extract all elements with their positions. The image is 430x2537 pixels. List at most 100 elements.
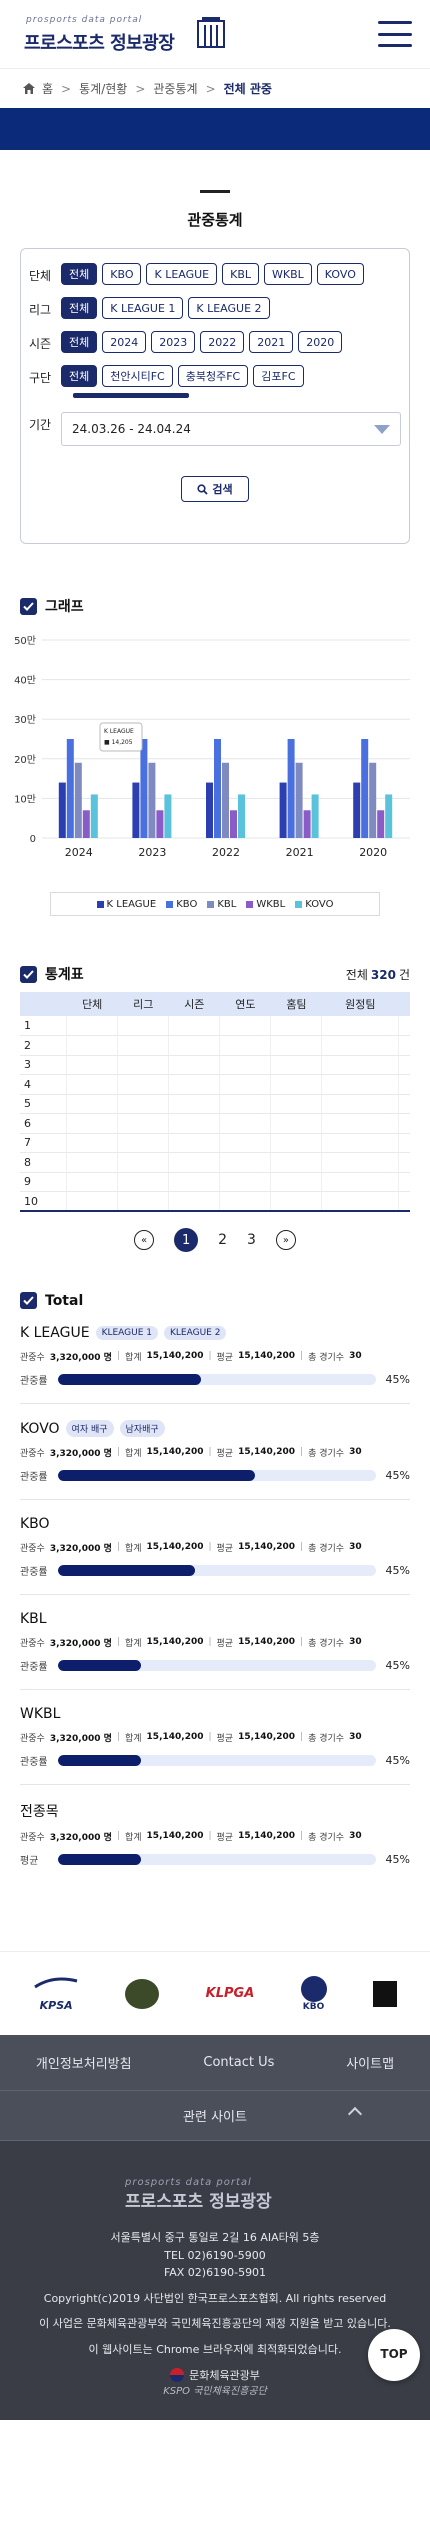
footer: 개인정보처리방침 Contact Us 사이트맵 관련 사이트 prosport…: [0, 2035, 430, 2421]
sum-value: 15,140,200: [146, 1732, 204, 1742]
league-tag[interactable]: KLEAGUE 2: [164, 1326, 227, 1340]
breadcrumb-stats[interactable]: 통계/현황: [79, 80, 127, 97]
league-tag[interactable]: 여자 배구: [65, 1420, 114, 1437]
section-name: WKBL: [20, 1706, 61, 1722]
legend-item[interactable]: WKBL: [246, 899, 285, 910]
filter-chip-sport[interactable]: KBO: [102, 263, 142, 285]
prev-page-icon[interactable]: «: [134, 1230, 155, 1250]
table-cell: [270, 1016, 323, 1036]
filter-row-sport: 단체 전체 KBO K LEAGUE KBL WKBL KOVO: [29, 263, 401, 285]
breadcrumb-home[interactable]: 홈: [42, 80, 53, 97]
attend-value: 3,320,000 명: [49, 1638, 112, 1649]
related-sites-toggle[interactable]: 관련 사이트: [0, 2091, 430, 2141]
x-tick-label: 2024: [65, 846, 93, 859]
table-cell: [321, 1055, 400, 1075]
total-section: 전종목 관중수 3,320,000 명 | 합계 15,140,200 | 평균 15,140,…: [20, 1801, 410, 1883]
table-cell: [321, 1016, 400, 1036]
legend-swatch: [166, 900, 174, 908]
table-cell: [270, 1133, 323, 1153]
filter-chip-sport[interactable]: WKBL: [264, 263, 312, 285]
attend-value: 3,320,000 명: [49, 1352, 112, 1363]
legend-item[interactable]: KOVO: [295, 899, 333, 910]
rate-progress-fill: [58, 1469, 256, 1481]
column-header: [398, 992, 410, 1016]
breadcrumb-attendance[interactable]: 관중통계: [153, 80, 197, 97]
privacy-policy-link[interactable]: 개인정보처리방침: [36, 2053, 132, 2072]
scroll-top-button[interactable]: TOP: [368, 2329, 420, 2381]
klpga-logo[interactable]: KLPGA: [206, 1986, 255, 2001]
table-cell: [270, 1094, 323, 1114]
page-title-area: 관중통계: [0, 150, 430, 230]
table-row: 5: [20, 1094, 410, 1114]
rate-progress-fill: [58, 1564, 195, 1576]
filter-chip-sport[interactable]: KBL: [222, 263, 260, 285]
period-select[interactable]: 24.03.26 - 24.04.24: [61, 412, 401, 446]
page-number[interactable]: 2: [218, 1232, 227, 1248]
divider: |: [116, 1351, 120, 1361]
legend-item[interactable]: K LEAGUE: [96, 899, 156, 910]
rate-row: 관중률 45%: [20, 1369, 410, 1389]
filter-chip-team[interactable]: 전체: [61, 365, 98, 387]
attend-label: 관중수: [20, 1832, 45, 1843]
filter-chip-season[interactable]: 전체: [61, 331, 98, 353]
y-tick-label: 10만: [14, 793, 36, 805]
table-cell: [168, 1191, 221, 1212]
table-cell: [66, 1094, 119, 1114]
filter-chip-team[interactable]: 천안시티FC: [102, 365, 173, 387]
page-number[interactable]: 3: [247, 1232, 256, 1248]
team-scrollbar[interactable]: [73, 393, 189, 398]
sum-label: 합계: [124, 1448, 142, 1459]
golf-logo[interactable]: [125, 1978, 160, 2009]
bar-wkbl: [230, 810, 237, 838]
filter-chip-sport[interactable]: 전체: [61, 263, 98, 285]
league-tag[interactable]: KLEAGUE 1: [95, 1326, 158, 1340]
menu-icon[interactable]: [378, 21, 412, 47]
rate-label: 관중률: [20, 1375, 48, 1387]
table-cell: [398, 1035, 410, 1056]
rate-value: 45%: [385, 1563, 410, 1577]
sitemap-link[interactable]: 사이트맵: [346, 2053, 394, 2072]
bar-kovo: [164, 794, 172, 838]
filter-chip-team[interactable]: 김포FC: [253, 365, 304, 387]
filter-chip-season[interactable]: 2020: [298, 331, 343, 353]
table-cell: [270, 1113, 323, 1134]
total-unit: 건: [398, 967, 410, 982]
bar-kbl: [369, 762, 377, 838]
search-button[interactable]: 검색: [181, 476, 249, 502]
table-row: 10: [20, 1191, 410, 1212]
table-cell: [321, 1074, 400, 1095]
filter-chip-sport[interactable]: KOVO: [316, 263, 364, 285]
kpsa-logo[interactable]: KPSA: [33, 1975, 79, 2012]
contact-link[interactable]: Contact Us: [203, 2055, 274, 2070]
filter-chip-season[interactable]: 2023: [151, 331, 196, 353]
table-cell: [117, 1016, 170, 1036]
filter-chip-season[interactable]: 2024: [102, 331, 147, 353]
filter-chip-team[interactable]: 충북청주FC: [177, 365, 249, 387]
games-value: 30: [349, 1351, 362, 1361]
site-logo[interactable]: prosports data portal 프로스포츠 정보광장: [20, 9, 235, 59]
divider: |: [116, 1831, 120, 1841]
filter-chip-season[interactable]: 2022: [200, 331, 245, 353]
x-tick-label: 2020: [359, 846, 387, 859]
league-tag[interactable]: 남자배구: [119, 1420, 165, 1437]
rate-progress-track: [58, 1659, 376, 1671]
bar-k-league: [206, 782, 213, 838]
next-page-icon[interactable]: »: [275, 1230, 296, 1250]
attend-value: 3,320,000 명: [49, 1832, 112, 1843]
table-cell: [117, 1035, 170, 1056]
legend-item[interactable]: KBL: [207, 899, 236, 910]
home-icon[interactable]: [22, 82, 36, 95]
filter-chip-sport[interactable]: K LEAGUE: [146, 263, 218, 285]
bar-chart: 0 10만 20만 30만 40만 50만 2024 2023 2022 2021 2020 K LE…: [14, 635, 410, 859]
legend-item[interactable]: KBO: [166, 899, 197, 910]
filter-chip-league[interactable]: K LEAGUE 2: [188, 297, 270, 319]
kbo-logo[interactable]: KBO: [300, 1975, 327, 2012]
sponsor-logo-partial[interactable]: [372, 1980, 397, 2007]
filter-chip-season[interactable]: 2021: [249, 331, 294, 353]
bar-kovo: [311, 794, 319, 838]
filter-chip-league[interactable]: K LEAGUE 1: [102, 297, 184, 319]
table-cell: [219, 1074, 272, 1095]
page-number[interactable]: 1: [174, 1228, 199, 1252]
filter-chip-league[interactable]: 전체: [61, 297, 98, 319]
avg-label: 평균: [216, 1638, 234, 1649]
